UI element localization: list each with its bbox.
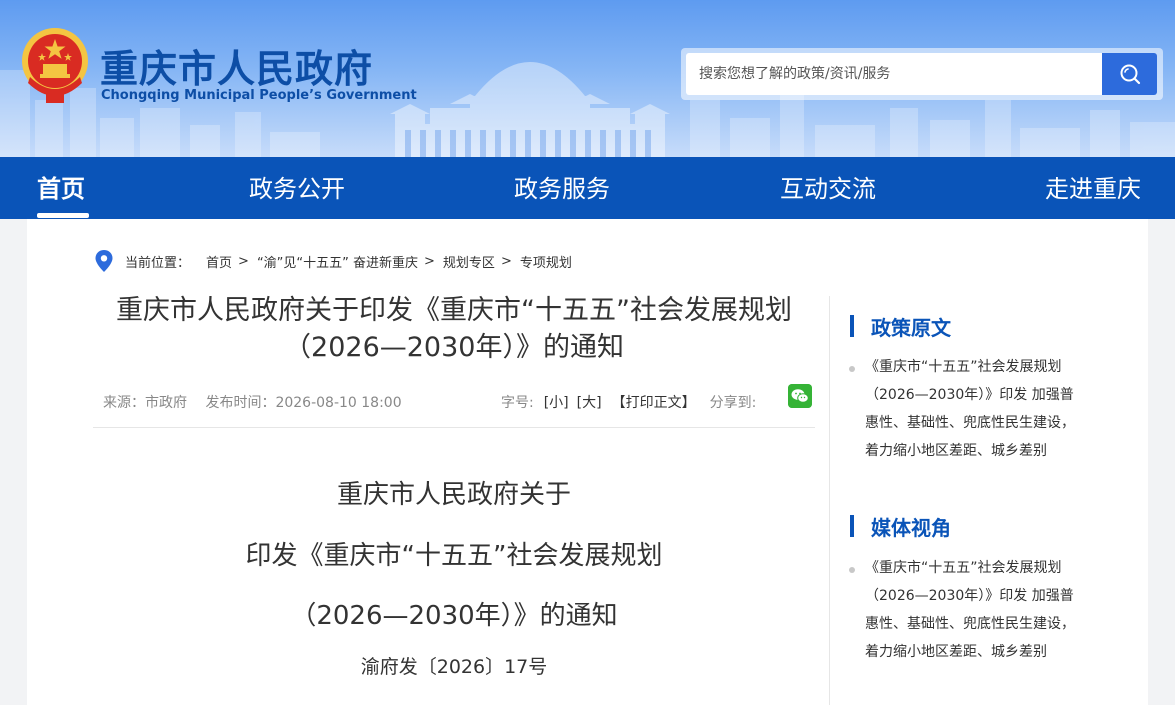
- breadcrumb-special-planning[interactable]: 专项规划: [520, 252, 572, 271]
- article-publish-time: 发布时间：2026-08-10 18:00: [205, 395, 402, 411]
- sidebar-heading-text: 媒体视角: [871, 515, 951, 540]
- print-button[interactable]: 【打印正文】: [612, 392, 696, 412]
- sidebar-media-link[interactable]: 《重庆市“十五五”社会发展规划（2026—2030年）》印发 加强普惠性、基础性…: [865, 554, 1080, 666]
- breadcrumb-planning-zone[interactable]: 规划专区: [443, 252, 495, 271]
- sidebar-heading-text: 政策原文: [871, 315, 951, 340]
- search-icon: [1120, 64, 1140, 85]
- nav-item-gov-services[interactable]: 政务服务: [514, 157, 610, 219]
- breadcrumb-special-topic[interactable]: “渝”见“十五五” 奋进新重庆: [257, 252, 418, 271]
- article-source: 来源：市政府: [103, 395, 187, 411]
- heading-accent-bar: [850, 315, 854, 337]
- doc-title-line-3: （2026—2030年）》的通知: [290, 601, 618, 631]
- nav-active-indicator: [37, 213, 89, 218]
- nav-item-about-chongqing[interactable]: 走进重庆: [1045, 157, 1141, 219]
- nav-item-home[interactable]: 首页: [37, 157, 85, 219]
- sidebar-divider: [829, 296, 830, 705]
- breadcrumb: 当前位置： 首页 > “渝”见“十五五” 奋进新重庆 > 规划专区 > 专项规划: [95, 250, 572, 272]
- meta-divider: [93, 427, 815, 428]
- font-size-label: 字号:: [501, 395, 534, 411]
- breadcrumb-prefix: 当前位置：: [125, 255, 191, 271]
- breadcrumb-home[interactable]: 首页: [206, 252, 232, 271]
- article-meta: 来源：市政府 发布时间：2026-08-10 18:00: [103, 392, 402, 412]
- sidebar-policy-link[interactable]: 《重庆市“十五五”社会发展规划（2026—2030年）》印发 加强普惠性、基础性…: [865, 353, 1080, 465]
- breadcrumb-separator: >: [500, 253, 512, 269]
- list-bullet: [849, 567, 855, 573]
- site-subtitle: Chongqing Municipal People’s Government: [101, 88, 417, 103]
- search-input[interactable]: [686, 53, 1102, 95]
- article-title: 重庆市人民政府关于印发《重庆市“十五五”社会发展规划（2026—2030年）》的…: [116, 295, 792, 363]
- national-emblem-icon: [22, 28, 88, 103]
- doc-title-line-2: 印发《重庆市“十五五”社会发展规划: [245, 541, 663, 571]
- font-large-button[interactable]: [大]: [577, 392, 602, 412]
- sidebar-heading-policy: 政策原文: [850, 314, 951, 340]
- list-bullet: [849, 366, 855, 372]
- article-tools: 字号: [小] [大] 【打印正文】 分享到:: [501, 392, 764, 412]
- main-nav: 首页 政务公开 政务服务 互动交流 走进重庆: [0, 157, 1175, 219]
- nav-item-interaction[interactable]: 互动交流: [780, 157, 876, 219]
- breadcrumb-separator: >: [238, 253, 249, 269]
- font-small-button[interactable]: [小]: [544, 392, 569, 412]
- heading-accent-bar: [850, 515, 854, 537]
- doc-title-line-1: 重庆市人民政府关于: [336, 480, 571, 510]
- doc-number: 渝府发〔2026〕17号: [360, 656, 548, 678]
- share-label: 分享到:: [709, 395, 757, 411]
- search-button[interactable]: [1102, 53, 1157, 95]
- sidebar-heading-media: 媒体视角: [850, 514, 951, 540]
- breadcrumb-separator: >: [424, 253, 435, 269]
- location-pin-icon: [95, 250, 113, 272]
- wechat-icon[interactable]: [788, 384, 812, 408]
- nav-item-gov-affairs-open[interactable]: 政务公开: [249, 157, 345, 219]
- site-title: 重庆市人民政府: [100, 47, 374, 91]
